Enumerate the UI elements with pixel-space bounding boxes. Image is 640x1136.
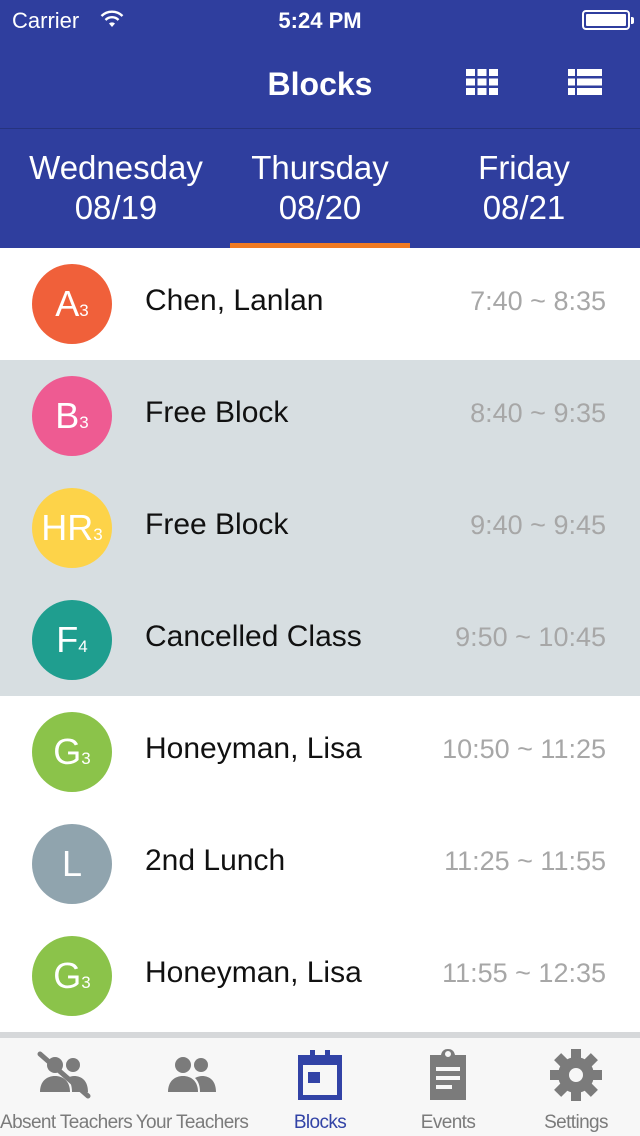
header-divider <box>0 128 640 129</box>
navigation-bar: Blocks <box>0 40 640 128</box>
day-name: Friday <box>478 149 570 186</box>
day-date: 08/19 <box>74 189 158 226</box>
block-rotation: 3 <box>79 413 89 432</box>
tab-your-teachers[interactable]: Your Teachers <box>128 1038 256 1136</box>
block-time: 11:55 ~ 12:35 <box>442 958 606 988</box>
block-time: 7:40 ~ 8:35 <box>470 286 606 316</box>
tab-label: Absent Teachers <box>0 1112 133 1133</box>
absent-teachers-icon <box>37 1051 91 1099</box>
block-letter: B <box>55 395 80 436</box>
block-letter: F <box>56 619 79 660</box>
day-name: Thursday <box>251 149 389 186</box>
tab-label: Events <box>420 1112 476 1133</box>
tab-absent-teachers[interactable]: Absent Teachers <box>0 1038 133 1136</box>
block-rotation: 3 <box>81 749 91 768</box>
list-view-icon[interactable] <box>564 66 606 98</box>
block-row[interactable]: G3 Honeyman, Lisa 11:55 ~ 12:35 <box>0 920 640 1032</box>
block-time: 9:40 ~ 9:45 <box>470 510 606 540</box>
block-rotation: 4 <box>78 637 88 656</box>
block-time: 11:25 ~ 11:55 <box>444 846 606 876</box>
tab-bar: Absent Teachers Your Teachers Blocks Eve… <box>0 1038 640 1136</box>
status-time: 5:24 PM <box>278 8 362 33</box>
tab-label: Blocks <box>293 1112 347 1133</box>
block-rotation: 3 <box>79 301 89 320</box>
block-title: Chen, Lanlan <box>145 284 324 317</box>
block-list: A3 Chen, Lanlan 7:40 ~ 8:35 B3 Free Bloc… <box>0 248 640 1032</box>
grid-view-icon[interactable] <box>462 66 502 98</box>
block-title: Free Block <box>145 508 289 541</box>
block-title: 2nd Lunch <box>145 844 286 877</box>
block-badge: HR3 <box>32 488 112 568</box>
status-bar: Carrier 5:24 PM <box>0 0 640 40</box>
tab-label: Your Teachers <box>135 1112 249 1133</box>
block-time: 9:50 ~ 10:45 <box>455 622 606 652</box>
app-header: Carrier 5:24 PM Blocks Wednesday 08/19 T… <box>0 0 640 248</box>
people-icon <box>168 1057 216 1092</box>
day-date: 08/21 <box>482 189 566 226</box>
day-date: 08/20 <box>278 189 362 226</box>
day-tab-thursday[interactable]: Thursday 08/20 <box>220 148 420 228</box>
block-time: 10:50 ~ 11:25 <box>442 734 606 764</box>
tab-events[interactable]: Events <box>384 1038 512 1136</box>
day-tab-wednesday[interactable]: Wednesday 08/19 <box>16 148 216 228</box>
block-row[interactable]: L 2nd Lunch 11:25 ~ 11:55 <box>0 808 640 920</box>
battery-icon <box>582 10 634 30</box>
tab-label: Settings <box>544 1112 608 1133</box>
block-badge: F4 <box>32 600 112 680</box>
block-row[interactable]: A3 Chen, Lanlan 7:40 ~ 8:35 <box>0 248 640 360</box>
block-letter: L <box>61 843 83 884</box>
page-title: Blocks <box>267 66 373 102</box>
block-time: 8:40 ~ 9:35 <box>470 398 606 428</box>
gear-icon <box>550 1049 602 1101</box>
block-rotation: 3 <box>93 525 103 544</box>
block-badge: L <box>32 824 112 904</box>
block-badge: G3 <box>32 712 112 792</box>
block-badge: G3 <box>32 936 112 1016</box>
block-letter: HR <box>41 507 94 548</box>
clipboard-icon <box>430 1049 466 1100</box>
block-title: Honeyman, Lisa <box>145 732 362 765</box>
tab-settings[interactable]: Settings <box>512 1038 640 1136</box>
block-title: Honeyman, Lisa <box>145 956 362 989</box>
day-name: Wednesday <box>29 149 203 186</box>
block-row[interactable]: B3 Free Block 8:40 ~ 9:35 <box>0 360 640 472</box>
block-rotation: 3 <box>81 973 91 992</box>
block-title: Cancelled Class <box>145 620 362 653</box>
block-badge: B3 <box>32 376 112 456</box>
block-badge: A3 <box>32 264 112 344</box>
block-row[interactable]: F4 Cancelled Class 9:50 ~ 10:45 <box>0 584 640 696</box>
block-letter: G <box>53 955 82 996</box>
calendar-icon <box>298 1050 342 1100</box>
block-row[interactable]: HR3 Free Block 9:40 ~ 9:45 <box>0 472 640 584</box>
block-title: Free Block <box>145 396 289 429</box>
day-tab-friday[interactable]: Friday 08/21 <box>424 148 624 228</box>
block-row[interactable]: G3 Honeyman, Lisa 10:50 ~ 11:25 <box>0 696 640 808</box>
block-letter: A <box>55 283 80 324</box>
block-letter: G <box>53 731 82 772</box>
tab-blocks[interactable]: Blocks <box>256 1038 384 1136</box>
